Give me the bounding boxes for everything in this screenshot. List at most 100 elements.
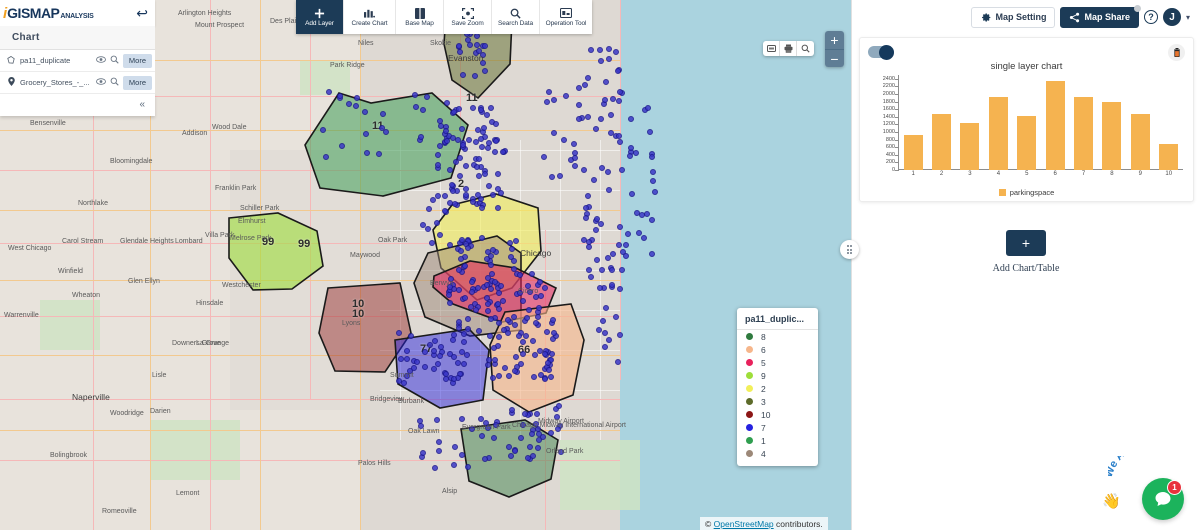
map-tools-group[interactable] [763, 41, 814, 56]
avatar[interactable]: J [1162, 8, 1181, 26]
panel-header-actions[interactable]: Map Setting Map Share ? J ▾ [852, 0, 1200, 34]
layers-card-icon[interactable] [763, 41, 780, 56]
layer-list[interactable]: pa11_duplicate More Grocery_Stores_-_... Mo… [0, 50, 155, 94]
map-attribution: © OpenStreetMap contributors. [700, 517, 828, 530]
eye-icon[interactable] [95, 56, 106, 65]
attribution-symbol: © [705, 518, 712, 529]
map-point [584, 192, 591, 199]
chart-bar [1045, 81, 1065, 170]
chart-y-tick: 2200 [882, 83, 895, 90]
map-point [461, 262, 468, 269]
toggle-knob [879, 44, 894, 60]
zoom-out-button[interactable]: − [825, 49, 844, 67]
add-chart-zone[interactable]: + Add Chart/Table [852, 230, 1200, 274]
map-setting-button[interactable]: Map Setting [971, 6, 1056, 28]
main-toolbar[interactable]: Add Layer Create Chart Base Map Save Zoom Se… [296, 0, 592, 34]
grip-dots-icon [846, 245, 853, 254]
magnifier-icon[interactable] [797, 41, 814, 56]
map-point [605, 46, 612, 53]
zoom-in-button[interactable]: + [825, 31, 844, 49]
magnifier-icon[interactable] [110, 55, 119, 66]
map-point [602, 304, 609, 311]
chart-card-toolbar[interactable] [868, 43, 1185, 61]
map-place-label: Winfield [58, 268, 83, 275]
map-point [397, 355, 404, 362]
map-place-label: Wheaton [72, 292, 101, 299]
map-place-label: Romeoville [102, 508, 137, 515]
add-chart-button[interactable]: + [1006, 230, 1046, 256]
chart-bar [1130, 113, 1150, 170]
map-point [407, 332, 414, 339]
map-point [519, 350, 526, 357]
chart-x-label: 8 [1110, 171, 1114, 177]
map-point [612, 314, 619, 321]
toolbar-save-zoom-button[interactable]: Save Zoom [444, 0, 492, 34]
map-point [463, 191, 470, 198]
printer-icon[interactable] [780, 41, 797, 56]
map-point [478, 432, 485, 439]
layer-more-button[interactable]: More [122, 53, 152, 68]
map-point [506, 443, 513, 450]
chart-bar [1159, 143, 1179, 170]
collapse-sidebar-button[interactable]: « [139, 100, 145, 110]
eye-icon[interactable] [95, 78, 106, 87]
openstreetmap-link[interactable]: OpenStreetMap [714, 519, 774, 529]
layer-row[interactable]: pa11_duplicate More [0, 50, 155, 72]
map-point [451, 461, 458, 468]
toolbar-base-map-button[interactable]: Base Map [396, 0, 444, 34]
map-point [492, 148, 499, 155]
legend-value: 1 [761, 435, 766, 446]
map-point [616, 286, 623, 293]
chat-widget[interactable]: We Are Here! 👋 1 [1100, 436, 1192, 524]
magnifier-icon[interactable] [110, 77, 119, 88]
delete-chart-button[interactable] [1168, 43, 1185, 61]
map-point [584, 74, 591, 81]
toolbar-add-layer-button[interactable]: Add Layer [296, 0, 344, 34]
app-brand-header: i GISMAP ANALYSIS ↩ [0, 0, 155, 26]
map-place-label: Chicago [520, 248, 552, 258]
map-point [542, 350, 549, 357]
legend-value: 10 [761, 409, 771, 420]
chart-x-axis-labels: 1 2 3 4 5 6 7 8 9 10 [899, 171, 1183, 183]
map-point [325, 89, 332, 96]
back-arrow-icon[interactable]: ↩ [136, 6, 148, 20]
map-place-label: Glendale Heights [120, 238, 174, 245]
toolbar-operation-tool-button[interactable]: Operation Tool [540, 0, 592, 34]
left-sidebar[interactable]: i GISMAP ANALYSIS ↩ Chart pa11_duplicate… [0, 0, 155, 116]
right-panel: Map Setting Map Share ? J ▾ single layer… [851, 0, 1200, 530]
chat-bubble-button[interactable]: 1 [1142, 478, 1184, 520]
legend-entry: 3 [737, 395, 818, 408]
map-point [443, 100, 450, 107]
legend-title: pa11_duplic... [737, 308, 818, 330]
map-point [452, 159, 459, 165]
chart-visibility-toggle[interactable] [868, 44, 894, 60]
map-place-label: Elmhurst [238, 218, 266, 225]
layer-more-button[interactable]: More [122, 75, 152, 90]
toolbar-create-chart-button[interactable]: Create Chart [344, 0, 396, 34]
chart-bar [1017, 116, 1037, 170]
panel-resize-handle[interactable] [840, 240, 859, 259]
help-icon[interactable]: ? [1143, 10, 1158, 24]
polygon-label: 99 [298, 238, 311, 250]
chat-caption: We Are Here! [1103, 436, 1188, 482]
chevron-down-icon[interactable]: ▾ [1186, 13, 1190, 22]
legend-entry: 5 [737, 356, 818, 369]
map-point [587, 46, 594, 53]
chart-x-label: 10 [1165, 171, 1173, 177]
map-point [435, 438, 442, 445]
map-point [353, 95, 360, 102]
legend-swatch [746, 424, 753, 431]
map-point [490, 434, 497, 441]
map-share-button[interactable]: Map Share [1060, 4, 1141, 28]
map-point [462, 185, 469, 192]
map-point [551, 129, 558, 136]
chart-bar [1102, 101, 1122, 170]
toolbar-search-data-button[interactable]: Search Data [492, 0, 540, 34]
map-place-label: Maywood [350, 252, 380, 259]
map-point [499, 148, 506, 155]
map-zoom-controls[interactable]: + − [825, 31, 844, 67]
layer-row[interactable]: Grocery_Stores_-_... More [0, 72, 155, 94]
legend-swatch [746, 333, 753, 340]
map-place-label: Palos Hills [358, 460, 391, 467]
map-point [529, 270, 536, 277]
